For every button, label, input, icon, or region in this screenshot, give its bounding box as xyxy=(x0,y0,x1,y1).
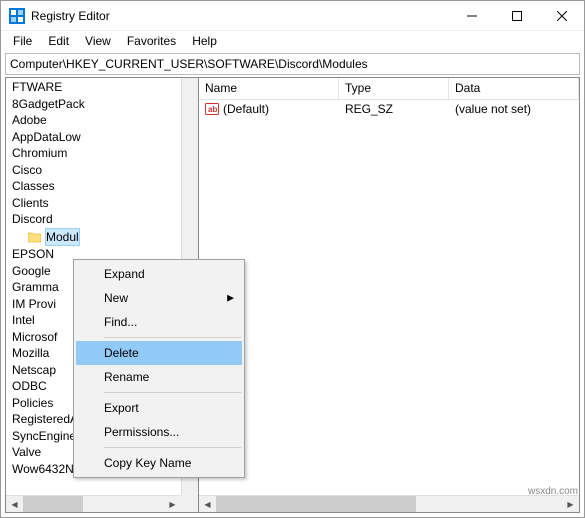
tree-item[interactable]: Adobe xyxy=(6,112,198,129)
tree-item[interactable]: Chromium xyxy=(6,145,198,162)
ctx-permissions[interactable]: Permissions... xyxy=(76,420,242,444)
ctx-find[interactable]: Find... xyxy=(76,310,242,334)
tree-item[interactable]: FTWARE xyxy=(6,79,198,96)
tree-item[interactable]: Classes xyxy=(6,178,198,195)
menu-file[interactable]: File xyxy=(5,32,40,50)
menu-edit[interactable]: Edit xyxy=(40,32,77,50)
watermark: wsxdn.com xyxy=(528,486,578,497)
context-menu: Expand New ▶ Find... Delete Rename Expor… xyxy=(73,259,245,478)
menu-bar: File Edit View Favorites Help xyxy=(1,31,584,51)
tree-item[interactable]: Clients xyxy=(6,195,198,212)
submenu-arrow-icon: ▶ xyxy=(227,293,234,304)
separator xyxy=(104,447,241,448)
list-horizontal-scrollbar[interactable]: ◀ ▶ xyxy=(199,495,579,512)
app-icon xyxy=(9,8,25,24)
menu-help[interactable]: Help xyxy=(184,32,225,50)
tree-item[interactable]: Discord xyxy=(6,211,198,228)
list-row[interactable]: ab (Default) REG_SZ (value not set) xyxy=(199,100,579,118)
scroll-right-icon[interactable]: ▶ xyxy=(164,496,181,513)
string-value-icon: ab xyxy=(205,102,219,116)
address-bar[interactable]: Computer\HKEY_CURRENT_USER\SOFTWARE\Disc… xyxy=(5,53,580,75)
scroll-right-icon[interactable]: ▶ xyxy=(562,496,579,513)
ctx-export[interactable]: Export xyxy=(76,396,242,420)
list-header: Name Type Data xyxy=(199,78,579,100)
minimize-button[interactable] xyxy=(449,1,494,31)
value-name: (Default) xyxy=(223,102,269,116)
svg-text:ab: ab xyxy=(208,105,217,114)
close-button[interactable] xyxy=(539,1,584,31)
ctx-copykeyname[interactable]: Copy Key Name xyxy=(76,451,242,475)
column-name[interactable]: Name xyxy=(199,78,339,99)
menu-view[interactable]: View xyxy=(77,32,119,50)
separator xyxy=(104,337,241,338)
tree-item-label: Modul xyxy=(45,228,80,247)
tree-item[interactable]: AppDataLow xyxy=(6,129,198,146)
menu-favorites[interactable]: Favorites xyxy=(119,32,184,50)
value-type: REG_SZ xyxy=(339,102,449,116)
ctx-new[interactable]: New ▶ xyxy=(76,286,242,310)
separator xyxy=(104,392,241,393)
list-panel: Name Type Data ab (Default) REG_SZ (valu… xyxy=(199,77,580,513)
ctx-rename[interactable]: Rename xyxy=(76,365,242,389)
value-data: (value not set) xyxy=(449,102,579,116)
column-data[interactable]: Data xyxy=(449,78,579,99)
ctx-expand[interactable]: Expand xyxy=(76,262,242,286)
tree-item-selected[interactable]: Modul xyxy=(6,228,198,247)
window-title: Registry Editor xyxy=(31,9,449,23)
address-path: Computer\HKEY_CURRENT_USER\SOFTWARE\Disc… xyxy=(10,57,368,71)
ctx-new-label: New xyxy=(104,291,128,305)
tree-horizontal-scrollbar[interactable]: ◀ ▶ xyxy=(6,495,181,512)
folder-icon xyxy=(28,231,41,242)
scroll-corner xyxy=(181,495,198,512)
scroll-thumb[interactable] xyxy=(23,496,83,512)
column-type[interactable]: Type xyxy=(339,78,449,99)
scroll-left-icon[interactable]: ◀ xyxy=(199,496,216,513)
ctx-delete[interactable]: Delete xyxy=(76,341,242,365)
maximize-button[interactable] xyxy=(494,1,539,31)
scroll-thumb[interactable] xyxy=(216,496,416,512)
tree-item[interactable]: 8GadgetPack xyxy=(6,96,198,113)
title-bar: Registry Editor xyxy=(1,1,584,31)
tree-item[interactable]: Cisco xyxy=(6,162,198,179)
scroll-left-icon[interactable]: ◀ xyxy=(6,496,23,513)
